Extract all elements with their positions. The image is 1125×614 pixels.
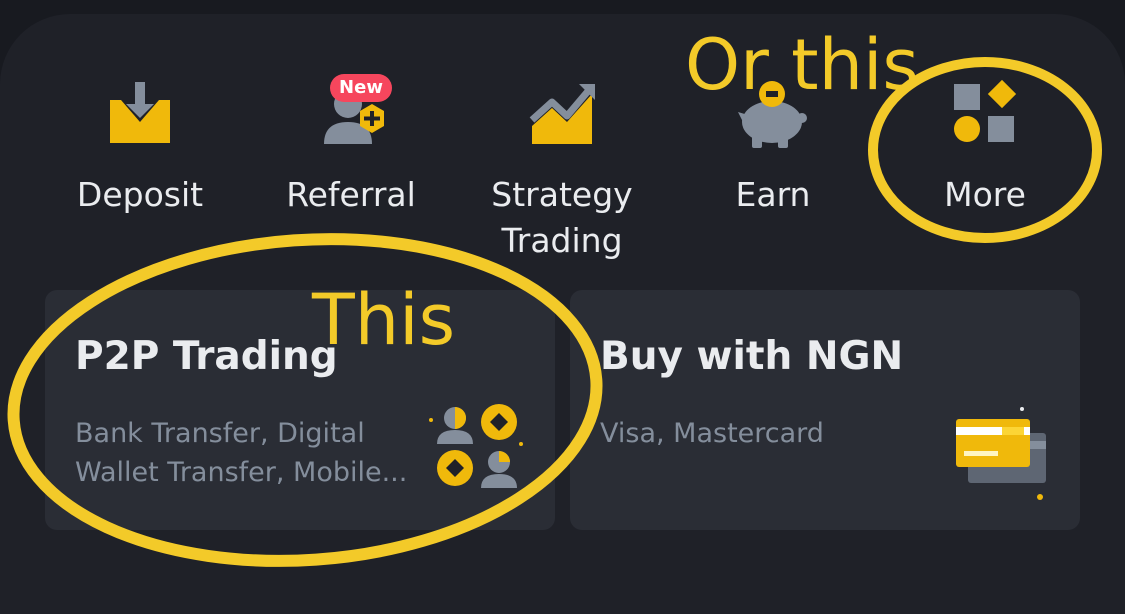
- shortcut-label: Earn: [735, 175, 811, 214]
- card-subtitle: Bank Transfer, Digital Wallet Transfer, …: [75, 418, 408, 488]
- p2p-users-coins-icon: [429, 404, 523, 488]
- new-badge: New: [330, 74, 392, 102]
- shortcut-strategy-trading[interactable]: Strategy Trading: [457, 70, 667, 270]
- shortcut-label: Referral: [286, 175, 416, 214]
- shortcut-label: Deposit: [76, 175, 204, 214]
- shortcut-label: More: [944, 175, 1026, 214]
- shortcut-referral[interactable]: New Referral: [246, 70, 456, 270]
- deposit-icon: [110, 82, 170, 143]
- shortcut-label: Strategy Trading: [491, 175, 633, 260]
- card-subtitle: Visa, Mastercard: [600, 418, 824, 449]
- card-p2p-trading[interactable]: P2P Trading Bank Transfer, Digital Walle…: [45, 290, 555, 530]
- piggy-bank-icon: [738, 81, 807, 148]
- more-grid-icon: [954, 79, 1017, 142]
- card-title: P2P Trading: [75, 334, 338, 379]
- shortcut-more[interactable]: More: [880, 70, 1090, 270]
- card-title: Buy with NGN: [600, 334, 904, 379]
- shortcut-deposit[interactable]: Deposit: [35, 70, 245, 270]
- credit-card-icon: [956, 407, 1046, 500]
- strategy-trading-icon: [529, 84, 595, 144]
- card-buy-with-ngn[interactable]: Buy with NGN Visa, Mastercard: [570, 290, 1080, 530]
- shortcut-earn[interactable]: Earn: [668, 70, 878, 270]
